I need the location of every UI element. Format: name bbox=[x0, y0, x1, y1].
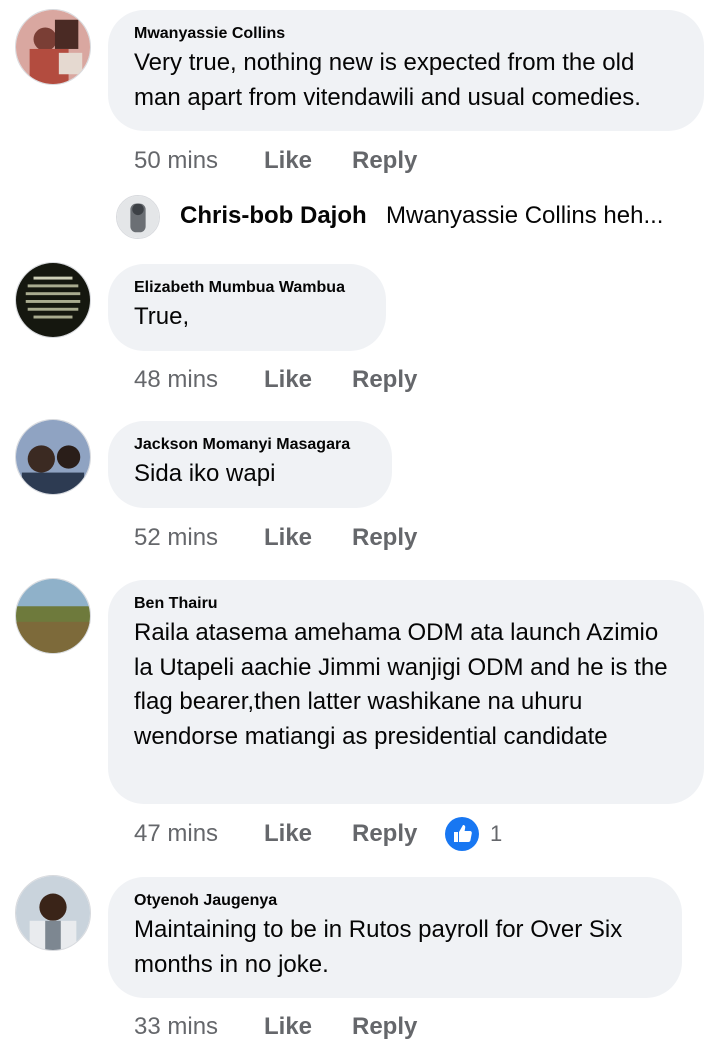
avatar[interactable] bbox=[15, 875, 91, 951]
reply-author[interactable]: Chris-bob Dajoh bbox=[180, 202, 367, 230]
comment-bubble: Otyenoh Jaugenya Maintaining to be in Ru… bbox=[108, 877, 682, 998]
comment-author[interactable]: Elizabeth Mumbua Wambua bbox=[134, 278, 360, 298]
comment-bubble: Mwanyassie Collins Very true, nothing ne… bbox=[108, 10, 704, 131]
reply-button[interactable]: Reply bbox=[352, 1011, 417, 1043]
reply-button[interactable]: Reply bbox=[352, 145, 417, 177]
avatar[interactable] bbox=[15, 9, 91, 85]
comment-actions: 52 mins Like Reply bbox=[134, 522, 694, 554]
comment-actions: 48 mins Like Reply bbox=[134, 364, 694, 396]
like-reaction-icon[interactable] bbox=[444, 816, 480, 852]
comment-author[interactable]: Ben Thairu bbox=[134, 594, 678, 614]
comment-text: Very true, nothing new is expected from … bbox=[134, 49, 641, 111]
comment-time[interactable]: 52 mins bbox=[134, 522, 218, 554]
comment-actions: 47 mins Like Reply 1 bbox=[134, 816, 694, 852]
comment-time[interactable]: 33 mins bbox=[134, 1011, 218, 1043]
like-button[interactable]: Like bbox=[264, 522, 312, 554]
comment-text: Raila atasema amehama ODM ata launch Azi… bbox=[134, 619, 668, 750]
avatar[interactable] bbox=[15, 262, 91, 338]
comment-bubble: Jackson Momanyi Masagara Sida iko wapi bbox=[108, 421, 392, 508]
comment-text: Sida iko wapi bbox=[134, 460, 276, 487]
like-button[interactable]: Like bbox=[264, 818, 312, 850]
like-button[interactable]: Like bbox=[264, 145, 312, 177]
reply-preview[interactable]: Chris-bob Dajoh Mwanyassie Collins heh..… bbox=[116, 193, 716, 241]
comment-time[interactable]: 47 mins bbox=[134, 818, 218, 850]
avatar[interactable] bbox=[15, 419, 91, 495]
reply-text: Mwanyassie Collins heh... bbox=[386, 202, 664, 229]
comment-author[interactable]: Otyenoh Jaugenya bbox=[134, 891, 656, 911]
reply-button[interactable]: Reply bbox=[352, 522, 417, 554]
avatar[interactable] bbox=[15, 578, 91, 654]
reaction-count[interactable]: 1 bbox=[490, 818, 502, 850]
comment-time[interactable]: 48 mins bbox=[134, 364, 218, 396]
comment-author[interactable]: Mwanyassie Collins bbox=[134, 24, 678, 44]
comment-actions: 50 mins Like Reply bbox=[134, 145, 694, 177]
comment-actions: 33 mins Like Reply bbox=[134, 1011, 694, 1043]
comment-bubble: Elizabeth Mumbua Wambua True, bbox=[108, 264, 386, 351]
like-button[interactable]: Like bbox=[264, 1011, 312, 1043]
comment-author[interactable]: Jackson Momanyi Masagara bbox=[134, 435, 366, 455]
like-button[interactable]: Like bbox=[264, 364, 312, 396]
reply-button[interactable]: Reply bbox=[352, 364, 417, 396]
reply-avatar[interactable] bbox=[116, 195, 160, 239]
reply-button[interactable]: Reply bbox=[352, 818, 417, 850]
comment-time[interactable]: 50 mins bbox=[134, 145, 218, 177]
comment-bubble: Ben Thairu Raila atasema amehama ODM ata… bbox=[108, 580, 704, 804]
comment-text: Maintaining to be in Rutos payroll for O… bbox=[134, 916, 623, 978]
comment-text: True, bbox=[134, 303, 190, 330]
